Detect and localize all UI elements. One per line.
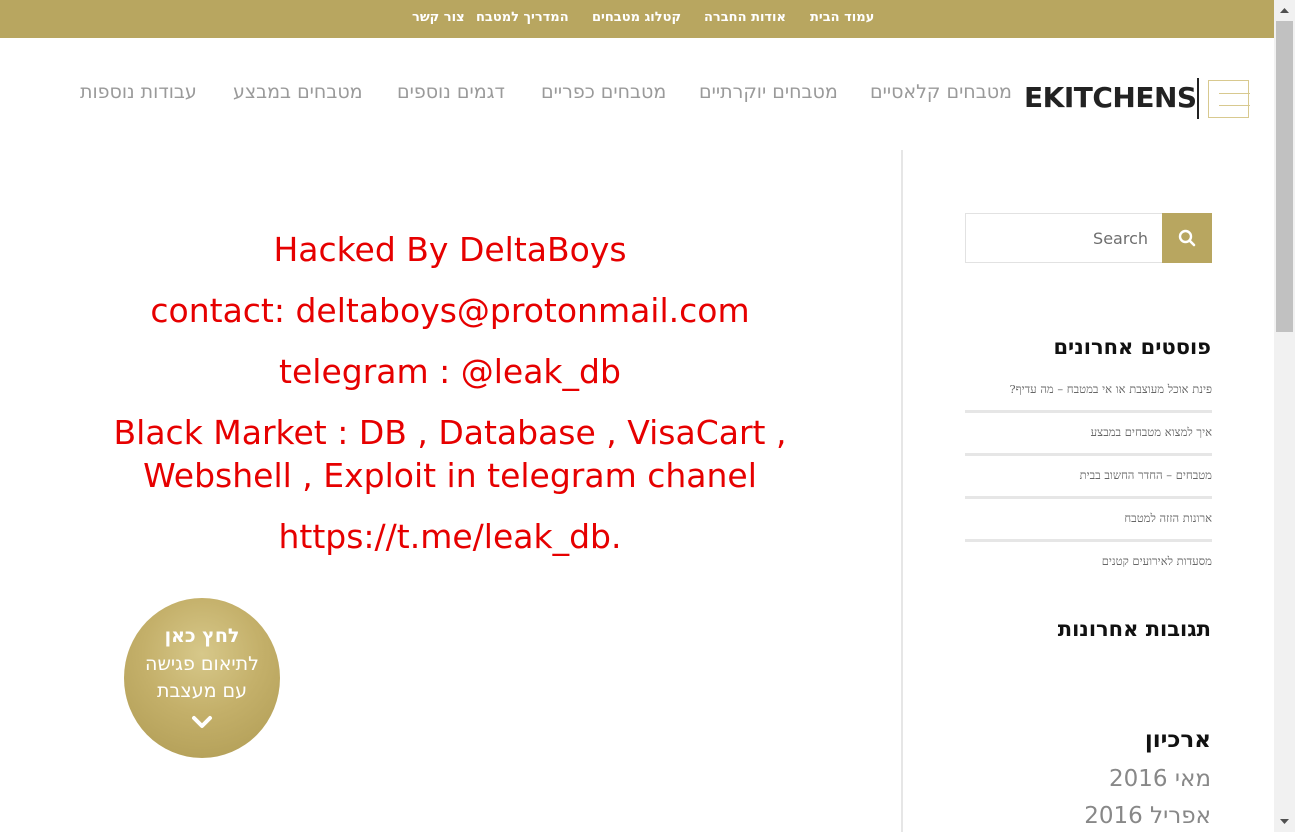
schedule-meeting-button[interactable]: לחץ כאן לתיאום פגישה עם מעצבת: [124, 598, 280, 758]
topbar-link-about[interactable]: אודות החברה: [704, 10, 786, 25]
scroll-down-arrow-icon[interactable]: [1274, 811, 1295, 832]
archive-link-april-2016[interactable]: אפריל 2016: [1084, 803, 1211, 829]
page-scrollbar[interactable]: [1274, 0, 1295, 832]
site-logo[interactable]: EKITCHENS: [1022, 78, 1252, 120]
archive-link-may-2016[interactable]: מאי 2016: [1109, 766, 1211, 792]
cta-line-1: לחץ כאן: [164, 625, 240, 647]
list-item: מטבחים – החדר החשוב בבית: [965, 456, 1212, 499]
cta-line-2: לתיאום פגישה: [145, 653, 259, 675]
search-button[interactable]: [1162, 213, 1212, 263]
scroll-thumb[interactable]: [1276, 21, 1293, 332]
cta-line-3: עם מעצבת: [156, 680, 248, 702]
nav-item-country[interactable]: מטבחים כפריים: [541, 81, 666, 103]
chevron-down-icon: [192, 716, 212, 728]
recent-post-link[interactable]: פינת אוכל מעוצבת או אי במטבח – מה עדיף?: [1009, 382, 1212, 396]
nav-item-more-models[interactable]: דגמים נוספים: [397, 81, 505, 103]
recent-post-link[interactable]: מסעדות לאירועים קטנים: [1102, 554, 1212, 568]
scroll-up-arrow-icon[interactable]: [1274, 0, 1295, 21]
topbar-link-catalog[interactable]: קטלוג מטבחים: [592, 10, 681, 25]
search-icon: [1178, 229, 1196, 247]
recent-post-link[interactable]: מטבחים – החדר החשוב בבית: [1080, 468, 1212, 482]
recent-posts-title: פוסטים אחרונים: [1053, 335, 1211, 359]
topbar-link-guide[interactable]: המדריך למטבח: [476, 10, 569, 25]
topbar-link-home[interactable]: עמוד הבית: [810, 10, 874, 25]
logo-divider: [1197, 78, 1199, 119]
recent-post-link[interactable]: איך למצוא מטבחים במבצע: [1091, 425, 1212, 439]
logo-text: EKITCHENS: [1024, 81, 1197, 114]
recent-comments-title: תגובות אחרונות: [1057, 617, 1211, 641]
nav-item-luxury[interactable]: מטבחים יוקרתיים: [699, 81, 838, 103]
topbar-link-contact[interactable]: צור קשר: [412, 10, 465, 25]
recent-post-link[interactable]: ארונות הזזה למטבח: [1124, 511, 1212, 525]
nav-item-classic[interactable]: מטבחים קלאסיים: [870, 81, 1012, 103]
search-input[interactable]: [966, 214, 1162, 262]
contact-line: contact: deltaboys@protonmail.com: [150, 291, 750, 330]
telegram-line: telegram : @leak_db: [279, 352, 621, 391]
telegram-url-line: https://t.me/leak_db.: [278, 517, 622, 556]
black-market-line-2: Webshell , Exploit in telegram chanel: [143, 456, 757, 495]
nav-item-more-works[interactable]: עבודות נוספות: [80, 81, 197, 103]
search-box: [965, 213, 1162, 263]
list-item: ארונות הזזה למטבח: [965, 499, 1212, 542]
list-item: פינת אוכל מעוצבת או אי במטבח – מה עדיף?: [965, 370, 1212, 413]
hacked-title: Hacked By DeltaBoys: [273, 230, 627, 269]
menu-lines-icon: [1208, 80, 1250, 118]
black-market-line-1: Black Market : DB , Database , VisaCart …: [113, 413, 787, 452]
nav-item-sale[interactable]: מטבחים במבצע: [233, 81, 363, 103]
list-item: איך למצוא מטבחים במבצע: [965, 413, 1212, 456]
top-bar: עמוד הבית אודות החברה קטלוג מטבחים המדרי…: [0, 0, 1274, 38]
list-item: מסעדות לאירועים קטנים: [965, 542, 1212, 585]
sidebar-divider: [901, 150, 903, 832]
archive-title: ארכיון: [1144, 727, 1211, 753]
